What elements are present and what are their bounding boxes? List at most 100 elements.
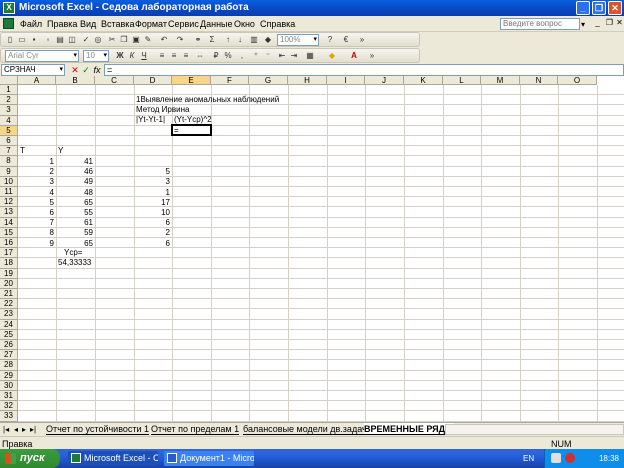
- row-header-13[interactable]: 13: [0, 207, 18, 218]
- permission-icon[interactable]: ◦: [43, 35, 53, 45]
- menu-file[interactable]: Файл: [20, 19, 42, 29]
- new-icon[interactable]: ▯: [5, 35, 15, 45]
- paste-icon[interactable]: ▣: [131, 35, 141, 45]
- print-icon[interactable]: ▤: [55, 35, 65, 45]
- cell-d16[interactable]: 6: [134, 239, 170, 248]
- row-header-10[interactable]: 10: [0, 176, 18, 187]
- column-header-j[interactable]: J: [365, 76, 404, 85]
- name-box[interactable]: СРЗНАЧ ▾: [1, 64, 65, 76]
- row-header-33[interactable]: 33: [0, 411, 18, 422]
- menu-help[interactable]: Справка: [260, 19, 295, 29]
- row-header-1[interactable]: 1: [0, 85, 18, 96]
- fill-color-icon[interactable]: ◆: [327, 51, 337, 61]
- column-header-a[interactable]: A: [18, 76, 56, 85]
- column-header-i[interactable]: I: [327, 76, 365, 85]
- row-header-16[interactable]: 16: [0, 238, 18, 249]
- cut-icon[interactable]: ✂: [107, 35, 117, 45]
- open-icon[interactable]: ▭: [17, 35, 27, 45]
- font-size-select[interactable]: 10 ▾: [83, 50, 109, 62]
- cell-d9[interactable]: 5: [134, 167, 170, 176]
- sort-ascending-icon[interactable]: ↑: [223, 35, 233, 45]
- help-icon[interactable]: ?: [325, 35, 335, 45]
- cell-d12[interactable]: 17: [134, 198, 170, 207]
- doc-minimize-button[interactable]: _: [592, 18, 603, 29]
- chevron-down-icon[interactable]: ▾: [581, 20, 585, 29]
- cell-e4[interactable]: (Yt-Ycp)^2: [174, 115, 212, 124]
- cell-d3[interactable]: Метод Ирвина: [136, 105, 189, 114]
- borders-icon[interactable]: ▦: [305, 51, 315, 61]
- row-header-24[interactable]: 24: [0, 319, 18, 330]
- cell-d11[interactable]: 1: [134, 188, 170, 197]
- row-header-4[interactable]: 4: [0, 115, 18, 126]
- menu-insert[interactable]: Вставка: [101, 19, 134, 29]
- column-header-l[interactable]: L: [443, 76, 481, 85]
- euro-icon[interactable]: €: [341, 35, 351, 45]
- row-header-25[interactable]: 25: [0, 329, 18, 340]
- next-sheet-icon[interactable]: ▸: [22, 425, 26, 434]
- row-header-2[interactable]: 2: [0, 95, 18, 106]
- network-icon[interactable]: [551, 453, 561, 463]
- italic-icon[interactable]: К: [127, 51, 137, 61]
- merge-center-icon[interactable]: ⇔: [195, 51, 205, 61]
- column-header-k[interactable]: K: [404, 76, 443, 85]
- align-right-icon[interactable]: ≡: [181, 51, 191, 61]
- undo-icon[interactable]: ↶: [159, 35, 169, 45]
- cell-a16[interactable]: 9: [18, 239, 54, 248]
- cell-a14[interactable]: 7: [18, 218, 54, 227]
- cell-a13[interactable]: 6: [18, 208, 54, 217]
- row-header-17[interactable]: 17: [0, 248, 18, 259]
- row-header-19[interactable]: 19: [0, 268, 18, 279]
- start-button[interactable]: пуск: [0, 449, 60, 468]
- row-header-14[interactable]: 14: [0, 217, 18, 228]
- autosum-icon[interactable]: Σ: [207, 35, 217, 45]
- row-header-7[interactable]: 7: [0, 146, 18, 157]
- row-header-8[interactable]: 8: [0, 156, 18, 167]
- tab-limits-report[interactable]: Отчет по пределам 1: [151, 423, 240, 435]
- taskbar-item-excel[interactable]: Microsoft Excel - Сед...: [68, 451, 158, 466]
- workbook-icon[interactable]: [3, 18, 14, 29]
- menu-format[interactable]: Формат: [135, 19, 167, 29]
- tab-balance-models[interactable]: балансовые модели дв.задачи: [243, 423, 372, 435]
- enter-icon[interactable]: ✓: [81, 64, 91, 76]
- cell-b10[interactable]: 49: [56, 177, 93, 186]
- row-header-32[interactable]: 32: [0, 401, 18, 412]
- cell-b12[interactable]: 65: [56, 198, 93, 207]
- row-header-18[interactable]: 18: [0, 258, 18, 269]
- row-header-28[interactable]: 28: [0, 360, 18, 371]
- tab-sensitivity-report[interactable]: Отчет по устойчивости 1: [46, 423, 150, 435]
- spelling-icon[interactable]: ✓: [81, 35, 91, 45]
- cancel-icon[interactable]: ✕: [70, 64, 80, 76]
- cell-b9[interactable]: 46: [56, 167, 93, 176]
- cell-d14[interactable]: 6: [134, 218, 170, 227]
- font-color-icon[interactable]: A: [349, 51, 359, 61]
- row-header-26[interactable]: 26: [0, 340, 18, 351]
- bold-icon[interactable]: Ж: [115, 51, 125, 61]
- cell-b16[interactable]: 65: [56, 239, 93, 248]
- formula-input[interactable]: =: [104, 64, 624, 76]
- row-header-20[interactable]: 20: [0, 278, 18, 289]
- taskbar-item-word[interactable]: Документ1 - Microso...: [164, 451, 254, 466]
- insert-function-button[interactable]: fx: [92, 64, 102, 76]
- row-header-3[interactable]: 3: [0, 105, 18, 116]
- row-header-6[interactable]: 6: [0, 136, 18, 147]
- cell-a7[interactable]: T: [20, 146, 25, 155]
- row-header-5[interactable]: 5: [0, 125, 18, 136]
- menu-view[interactable]: Вид: [80, 19, 96, 29]
- research-icon[interactable]: ◎: [93, 35, 103, 45]
- column-header-m[interactable]: M: [481, 76, 520, 85]
- cell-a12[interactable]: 5: [18, 198, 54, 207]
- cell-d4[interactable]: |Yt-Yt-1|: [136, 115, 165, 124]
- column-header-h[interactable]: H: [288, 76, 327, 85]
- menu-data[interactable]: Данные: [200, 19, 233, 29]
- column-header-n[interactable]: N: [520, 76, 558, 85]
- decrease-indent-icon[interactable]: ⇤: [277, 51, 287, 61]
- column-header-d[interactable]: D: [134, 76, 172, 85]
- currency-icon[interactable]: ₽: [211, 51, 221, 61]
- save-icon[interactable]: ▪: [29, 35, 39, 45]
- select-all-corner[interactable]: [0, 76, 18, 85]
- cell-a9[interactable]: 2: [18, 167, 54, 176]
- row-header-27[interactable]: 27: [0, 350, 18, 361]
- cell-a8[interactable]: 1: [18, 157, 54, 166]
- column-header-c[interactable]: C: [95, 76, 134, 85]
- cell-a15[interactable]: 8: [18, 228, 54, 237]
